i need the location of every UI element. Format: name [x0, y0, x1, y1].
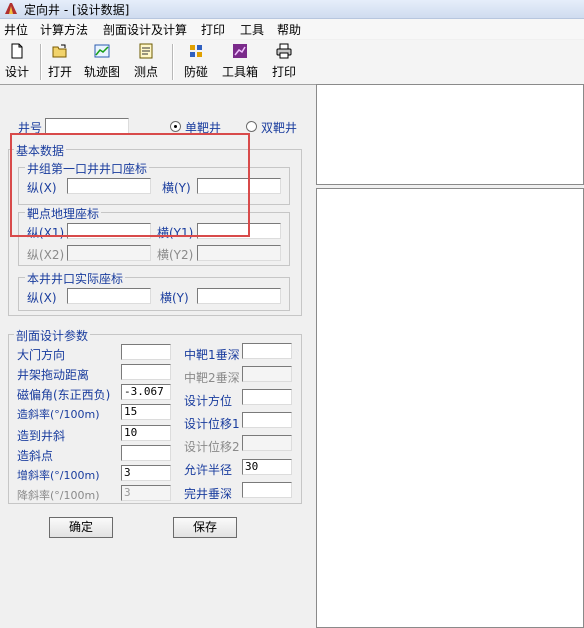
- open-folder-icon: [52, 44, 67, 58]
- target-n2-label: 纵(X2): [27, 248, 65, 262]
- actual-north-label: 纵(X): [27, 291, 57, 305]
- build-to-inclination-input[interactable]: 10: [121, 425, 171, 441]
- menu-profile-design[interactable]: 剖面设计及计算: [103, 21, 187, 38]
- rig-skid-distance-label: 井架拖动距离: [17, 368, 90, 382]
- completion-tvd-label: 完井垂深: [184, 487, 233, 501]
- build-rate-input[interactable]: 15: [121, 404, 171, 420]
- actual-wellhead-title: 本井井口实际座标: [25, 270, 126, 287]
- design-displacement1-input[interactable]: [242, 412, 292, 428]
- design-displacement2-label: 设计位移2: [184, 440, 240, 454]
- trajectory-chart-icon: [94, 44, 110, 58]
- build-to-inclination-label: 造到井斜: [17, 429, 66, 443]
- annotation-highlight-box: [10, 133, 250, 237]
- design-displacement2-input[interactable]: [242, 435, 292, 451]
- survey-label: 测点: [133, 65, 158, 79]
- open-label: 打开: [47, 65, 72, 79]
- design-azimuth-input[interactable]: [242, 389, 292, 405]
- confirm-button[interactable]: 确定: [49, 517, 113, 538]
- allowed-radius-label: 允许半径: [184, 463, 233, 477]
- survey-button[interactable]: 测点: [132, 42, 160, 82]
- design-label: 设计: [4, 65, 29, 79]
- target1-tvd-label: 中靶1垂深: [184, 348, 240, 362]
- menu-tools[interactable]: 工具: [240, 21, 264, 38]
- target-e2-input[interactable]: [197, 245, 281, 261]
- drop-rate-input[interactable]: 3: [121, 485, 171, 501]
- magnetic-declination-label: 磁偏角(东正西负): [17, 388, 111, 402]
- profile-params-title: 剖面设计参数: [14, 327, 91, 344]
- menu-well-position[interactable]: 井位: [4, 21, 28, 38]
- survey-points-icon: [139, 43, 153, 59]
- toolbox-button[interactable]: 工具箱: [220, 42, 260, 82]
- drop-rate-label: 降斜率(°/100m): [17, 489, 100, 502]
- magnetic-declination-input[interactable]: -3.067: [121, 384, 171, 400]
- rig-skid-distance-input[interactable]: [121, 364, 171, 380]
- actual-east-input[interactable]: [197, 288, 281, 304]
- save-button[interactable]: 保存: [173, 517, 237, 538]
- toolbox-label: 工具箱: [221, 65, 258, 79]
- anti-collision-label: 防碰: [183, 65, 208, 79]
- anti-collision-icon: [190, 45, 202, 57]
- title-bar: 定向井 - [设计数据]: [0, 0, 584, 19]
- toolbox-icon: [233, 44, 247, 58]
- print-button[interactable]: 打印: [270, 42, 298, 82]
- gate-direction-label: 大门方向: [17, 348, 66, 362]
- menu-print[interactable]: 打印: [201, 21, 225, 38]
- target-n2-input[interactable]: [67, 245, 151, 261]
- gate-direction-input[interactable]: [121, 344, 171, 360]
- design-displacement1-label: 设计位移1: [184, 417, 240, 431]
- print-label: 打印: [271, 65, 296, 79]
- new-document-icon: [11, 43, 23, 59]
- printer-icon: [276, 43, 292, 59]
- double-target-label: 双靶井: [261, 121, 298, 135]
- increase-rate-input[interactable]: 3: [121, 465, 171, 481]
- double-target-radio[interactable]: [246, 121, 257, 132]
- toolbar-separator: [172, 44, 174, 80]
- open-button[interactable]: 打开: [46, 42, 74, 82]
- plot-panel-top: [316, 84, 584, 185]
- kickoff-point-input[interactable]: [121, 445, 171, 461]
- toolbar-separator: [40, 44, 42, 80]
- toolbar: 设计 打开 轨迹图 测点 防碰 工具箱 打印: [0, 40, 584, 85]
- completion-tvd-input[interactable]: [242, 482, 292, 498]
- kickoff-point-label: 造斜点: [17, 449, 54, 463]
- menu-help[interactable]: 帮助: [277, 21, 301, 38]
- design-azimuth-label: 设计方位: [184, 394, 233, 408]
- target1-tvd-input[interactable]: [242, 343, 292, 359]
- trajectory-label: 轨迹图: [83, 65, 120, 79]
- design-button[interactable]: 设计: [3, 42, 31, 82]
- actual-north-input[interactable]: [67, 288, 151, 304]
- app-icon: [5, 3, 17, 14]
- target-e2-label: 横(Y2): [157, 248, 194, 262]
- trajectory-button[interactable]: 轨迹图: [82, 42, 122, 82]
- target2-tvd-label: 中靶2垂深: [184, 371, 240, 385]
- menu-calc-method[interactable]: 计算方法: [40, 21, 88, 38]
- menu-bar: 井位 计算方法 剖面设计及计算 打印 工具 帮助: [0, 19, 584, 39]
- build-rate-label: 造斜率(°/100m): [17, 408, 100, 421]
- increase-rate-label: 增斜率(°/100m): [17, 469, 100, 482]
- window-title: 定向井 - [设计数据]: [24, 3, 130, 17]
- anti-collision-button[interactable]: 防碰: [182, 42, 210, 82]
- plot-panel-bottom: [316, 188, 584, 628]
- actual-east-label: 横(Y): [160, 291, 189, 305]
- target2-tvd-input[interactable]: [242, 366, 292, 382]
- allowed-radius-input[interactable]: 30: [242, 459, 292, 475]
- single-target-radio[interactable]: [170, 121, 181, 132]
- well-number-input[interactable]: [45, 118, 129, 134]
